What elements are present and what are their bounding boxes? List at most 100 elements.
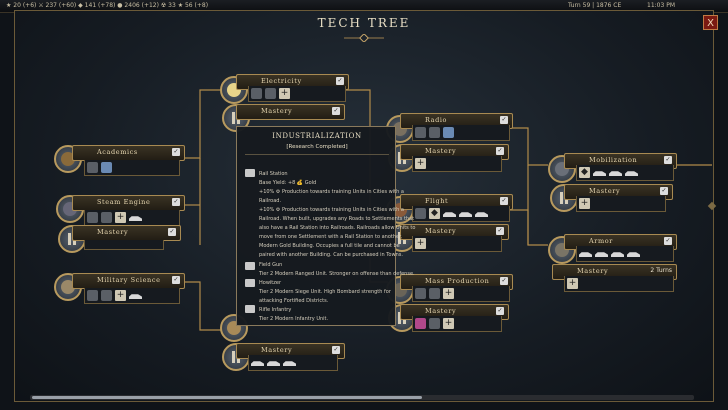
tank-icon[interactable]: [595, 252, 608, 257]
completed-check-icon: ✓: [496, 307, 504, 315]
plus-icon[interactable]: +: [115, 212, 126, 223]
tank-icon[interactable]: [611, 252, 624, 257]
tech-label: Academics: [97, 148, 138, 156]
completed-check-icon: ✓: [168, 228, 176, 236]
howitzer-icon: [245, 279, 255, 287]
tech-label: Electricity: [261, 77, 302, 85]
tooltip-line: Field Gun: [259, 262, 283, 268]
plane-icon[interactable]: [459, 212, 472, 217]
tech-label: Mobilization: [589, 156, 638, 164]
tech-label: Mass Production: [425, 277, 490, 285]
tech-label: Mastery: [261, 107, 293, 115]
tooltip-line: Railroad. When built, upgrades any Roads…: [259, 216, 415, 222]
ship-icon[interactable]: [593, 171, 606, 176]
shield-icon[interactable]: ◆: [579, 167, 590, 178]
unlock-icon[interactable]: [87, 290, 98, 301]
completed-check-icon: ✓: [332, 107, 340, 115]
unlock-icon[interactable]: [101, 162, 112, 173]
tooltip-line: Modern Gold Building. Occupies a full ti…: [259, 243, 400, 249]
tooltip-line: Tier 2 Modern Siege Unit. High Bombard s…: [259, 289, 391, 295]
tooltip-line: paired with another Building. Can be pur…: [259, 252, 403, 258]
tooltip-status: [Research Completed]: [286, 144, 348, 150]
completed-check-icon: ✓: [496, 227, 504, 235]
tooltip-line: Rail Station: [259, 171, 288, 177]
plane-icon[interactable]: [443, 212, 456, 217]
scrollbar-thumb[interactable]: [32, 396, 422, 399]
mastery-node-steam[interactable]: Mastery ✓: [72, 225, 181, 241]
unlock-icon[interactable]: [429, 127, 440, 138]
military-science-unlocks: +: [84, 288, 180, 304]
flight-unlocks: ◆: [412, 206, 510, 222]
radio-mastery-unlocks: +: [412, 156, 502, 172]
tech-label: Mastery: [425, 307, 457, 315]
unit-icon[interactable]: [283, 361, 296, 366]
unit-icon[interactable]: [267, 361, 280, 366]
unlock-icon[interactable]: [251, 88, 262, 99]
tech-label: Mastery: [589, 187, 621, 195]
ship-icon[interactable]: [625, 171, 638, 176]
unlock-icon[interactable]: [415, 288, 426, 299]
mastery-node-electricity[interactable]: Mastery ✓: [236, 104, 345, 120]
tooltip-line: Tier 2 Modern Infantry Unit.: [259, 316, 329, 322]
plus-icon[interactable]: +: [443, 288, 454, 299]
unlock-icon[interactable]: [415, 318, 426, 329]
ship-icon[interactable]: [609, 171, 622, 176]
plus-icon[interactable]: +: [567, 278, 578, 289]
unlock-icon[interactable]: [101, 290, 112, 301]
steam-engine-unlocks: +: [84, 210, 180, 226]
unit-icon[interactable]: [251, 361, 264, 366]
radio-unlocks: [412, 125, 510, 141]
tech-label: Steam Engine: [97, 198, 151, 206]
completed-check-icon: ✓: [664, 156, 672, 164]
tooltip-line: attacking Fortified Districts.: [259, 298, 329, 304]
divider: [245, 154, 389, 155]
plus-icon[interactable]: +: [415, 238, 426, 249]
unlock-icon[interactable]: [415, 127, 426, 138]
shield-icon[interactable]: ◆: [429, 208, 440, 219]
tooltip-line: Base Yield: +8 💰 Gold: [259, 180, 317, 186]
completed-check-icon: ✓: [500, 116, 508, 124]
tooltip-line: move from one Settlement with a Rail Sta…: [259, 234, 403, 240]
unlock-icon[interactable]: [101, 212, 112, 223]
completed-check-icon: ✓: [336, 77, 344, 85]
ship-icon[interactable]: [129, 216, 142, 221]
horizontal-scrollbar[interactable]: [30, 395, 694, 400]
plus-icon[interactable]: +: [443, 318, 454, 329]
academics-unlocks: [84, 160, 180, 176]
plus-icon[interactable]: +: [115, 290, 126, 301]
plus-icon[interactable]: +: [579, 198, 590, 209]
completed-check-icon: ✓: [172, 276, 180, 284]
mobilization-unlocks: ◆: [576, 165, 674, 181]
steam-mastery-unlocks: [84, 240, 164, 250]
unlock-icon[interactable]: [87, 162, 98, 173]
unlock-icon[interactable]: [429, 288, 440, 299]
tech-label: Flight: [425, 197, 449, 205]
tech-tooltip: INDUSTRIALIZATION [Research Completed] R…: [236, 126, 415, 326]
tooltip-line: Railroad.: [259, 198, 282, 204]
rail-station-icon: [245, 169, 255, 177]
tooltip-line: also have a Rail Station into Railroads.…: [259, 225, 416, 231]
tech-node-academics[interactable]: Academics ✓: [72, 145, 185, 161]
flight-mastery-unlocks: +: [412, 236, 502, 252]
tank-icon[interactable]: [579, 252, 592, 257]
unlock-icon[interactable]: [87, 212, 98, 223]
unit-icon[interactable]: [129, 294, 142, 299]
unlock-icon[interactable]: [415, 208, 426, 219]
tech-label: Military Science: [97, 276, 161, 284]
completed-check-icon: ✓: [500, 277, 508, 285]
tech-node-steam-engine[interactable]: Steam Engine ✓: [72, 195, 185, 211]
tech-label: Mastery: [97, 228, 129, 236]
mass-mastery-unlocks: +: [412, 316, 502, 332]
tooltip-line: +10% ⚙ Production towards training Units…: [259, 189, 404, 195]
tech-node-military-science[interactable]: Military Science ✓: [72, 273, 185, 289]
unlock-icon[interactable]: [443, 127, 454, 138]
unlock-icon[interactable]: [429, 318, 440, 329]
tank-icon[interactable]: [627, 252, 640, 257]
plus-icon[interactable]: +: [415, 158, 426, 169]
tooltip-line: Tier 2 Modern Ranged Unit. Stronger on o…: [259, 271, 415, 277]
turns-remaining: 2 Turns: [650, 267, 672, 274]
unlock-icon[interactable]: [265, 88, 276, 99]
plane-icon[interactable]: [475, 212, 488, 217]
tooltip-line: +10% ⚙ Production towards training Units…: [259, 207, 404, 213]
plus-icon[interactable]: +: [279, 88, 290, 99]
